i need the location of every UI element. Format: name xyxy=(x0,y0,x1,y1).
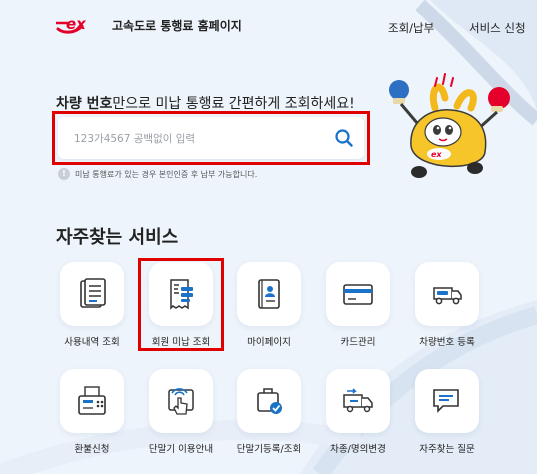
ex-logo-icon: ex xyxy=(56,15,87,34)
service-label: 자주찾는 질문 xyxy=(419,444,475,455)
nav-service-application[interactable]: 서비스 신청 xyxy=(469,20,526,36)
service-label: 카드관리 xyxy=(340,337,376,348)
service-vehicle-registration[interactable]: 차량번호 등록 xyxy=(407,262,487,348)
credit-card-icon xyxy=(343,284,373,305)
service-label: 사용내역 조회 xyxy=(64,337,120,348)
headline-bold-part: 차량 번호 xyxy=(56,96,113,112)
service-card[interactable] xyxy=(237,262,301,326)
info-icon: ! xyxy=(58,168,70,180)
service-card[interactable] xyxy=(60,369,124,433)
truck-swap-icon xyxy=(343,388,373,413)
service-card[interactable] xyxy=(149,262,213,326)
site-header: ex 고속도로 통행료 홈페이지 조회/납부 서비스 신청 xyxy=(0,0,537,52)
service-usage-history[interactable]: 사용내역 조회 xyxy=(52,262,132,348)
headline-rest: 만으로 미납 통행료 간편하게 조회하세요! xyxy=(112,96,355,112)
service-label: 차종/명의변경 xyxy=(330,444,386,455)
fax-machine-icon xyxy=(78,386,106,415)
service-label: 회원 미납 조회 xyxy=(151,337,211,348)
service-card[interactable] xyxy=(415,369,479,433)
service-card[interactable] xyxy=(326,262,390,326)
vehicle-search-box xyxy=(58,117,364,159)
service-label: 차량번호 등록 xyxy=(419,337,475,348)
search-icon[interactable] xyxy=(334,128,354,148)
nav-inquiry-payment[interactable]: 조회/납부 xyxy=(388,20,434,36)
service-terminal-guide[interactable]: 단말기 이용안내 xyxy=(141,369,221,455)
service-my-page[interactable]: 마이페이지 xyxy=(229,262,309,348)
service-label: 단말기등록/조회 xyxy=(236,444,302,455)
mascot-car-illustration: ex xyxy=(389,73,510,178)
service-refund-application[interactable]: 환불신청 xyxy=(52,369,132,455)
terminal-check-icon xyxy=(257,388,282,414)
service-label: 마이페이지 xyxy=(247,337,291,348)
service-faq[interactable]: 자주찾는 질문 xyxy=(407,369,487,455)
home-logo-link[interactable]: ex 고속도로 통행료 홈페이지 xyxy=(56,14,242,36)
svg-text:ex: ex xyxy=(431,150,442,159)
service-card[interactable] xyxy=(149,369,213,433)
services-section-title: 자주찾는 서비스 xyxy=(56,227,179,248)
document-list-icon xyxy=(80,278,106,308)
receipt-icon xyxy=(170,279,193,310)
service-vehicle-owner-change[interactable]: 차종/명의변경 xyxy=(318,369,398,455)
service-card-management[interactable]: 카드관리 xyxy=(318,262,398,348)
site-title: 고속도로 통행료 홈페이지 xyxy=(112,18,242,33)
search-headline: 차량 번호만으로 미납 통행료 간편하게 조회하세요! xyxy=(56,93,355,113)
notice-text: 미납 통행료가 있는 경우 본인인증 후 납부 가능합니다. xyxy=(75,169,258,179)
service-terminal-registration[interactable]: 단말기등록/조회 xyxy=(229,369,309,455)
service-label: 환불신청 xyxy=(74,444,110,455)
service-card[interactable] xyxy=(415,262,479,326)
tap-terminal-icon xyxy=(168,388,194,415)
vehicle-number-input[interactable] xyxy=(74,129,324,149)
payment-notice: ! 미납 통행료가 있는 경우 본인인증 후 납부 가능합니다. xyxy=(58,168,257,180)
service-card[interactable] xyxy=(237,369,301,433)
profile-book-icon xyxy=(258,279,280,309)
svg-text:ex: ex xyxy=(66,15,87,33)
vehicle-icon xyxy=(433,287,462,305)
service-card[interactable] xyxy=(326,369,390,433)
service-card[interactable] xyxy=(60,262,124,326)
service-member-unpaid-inquiry[interactable]: 회원 미납 조회 xyxy=(141,262,221,348)
chat-bubble-icon xyxy=(433,389,459,413)
service-label: 단말기 이용안내 xyxy=(148,444,214,455)
